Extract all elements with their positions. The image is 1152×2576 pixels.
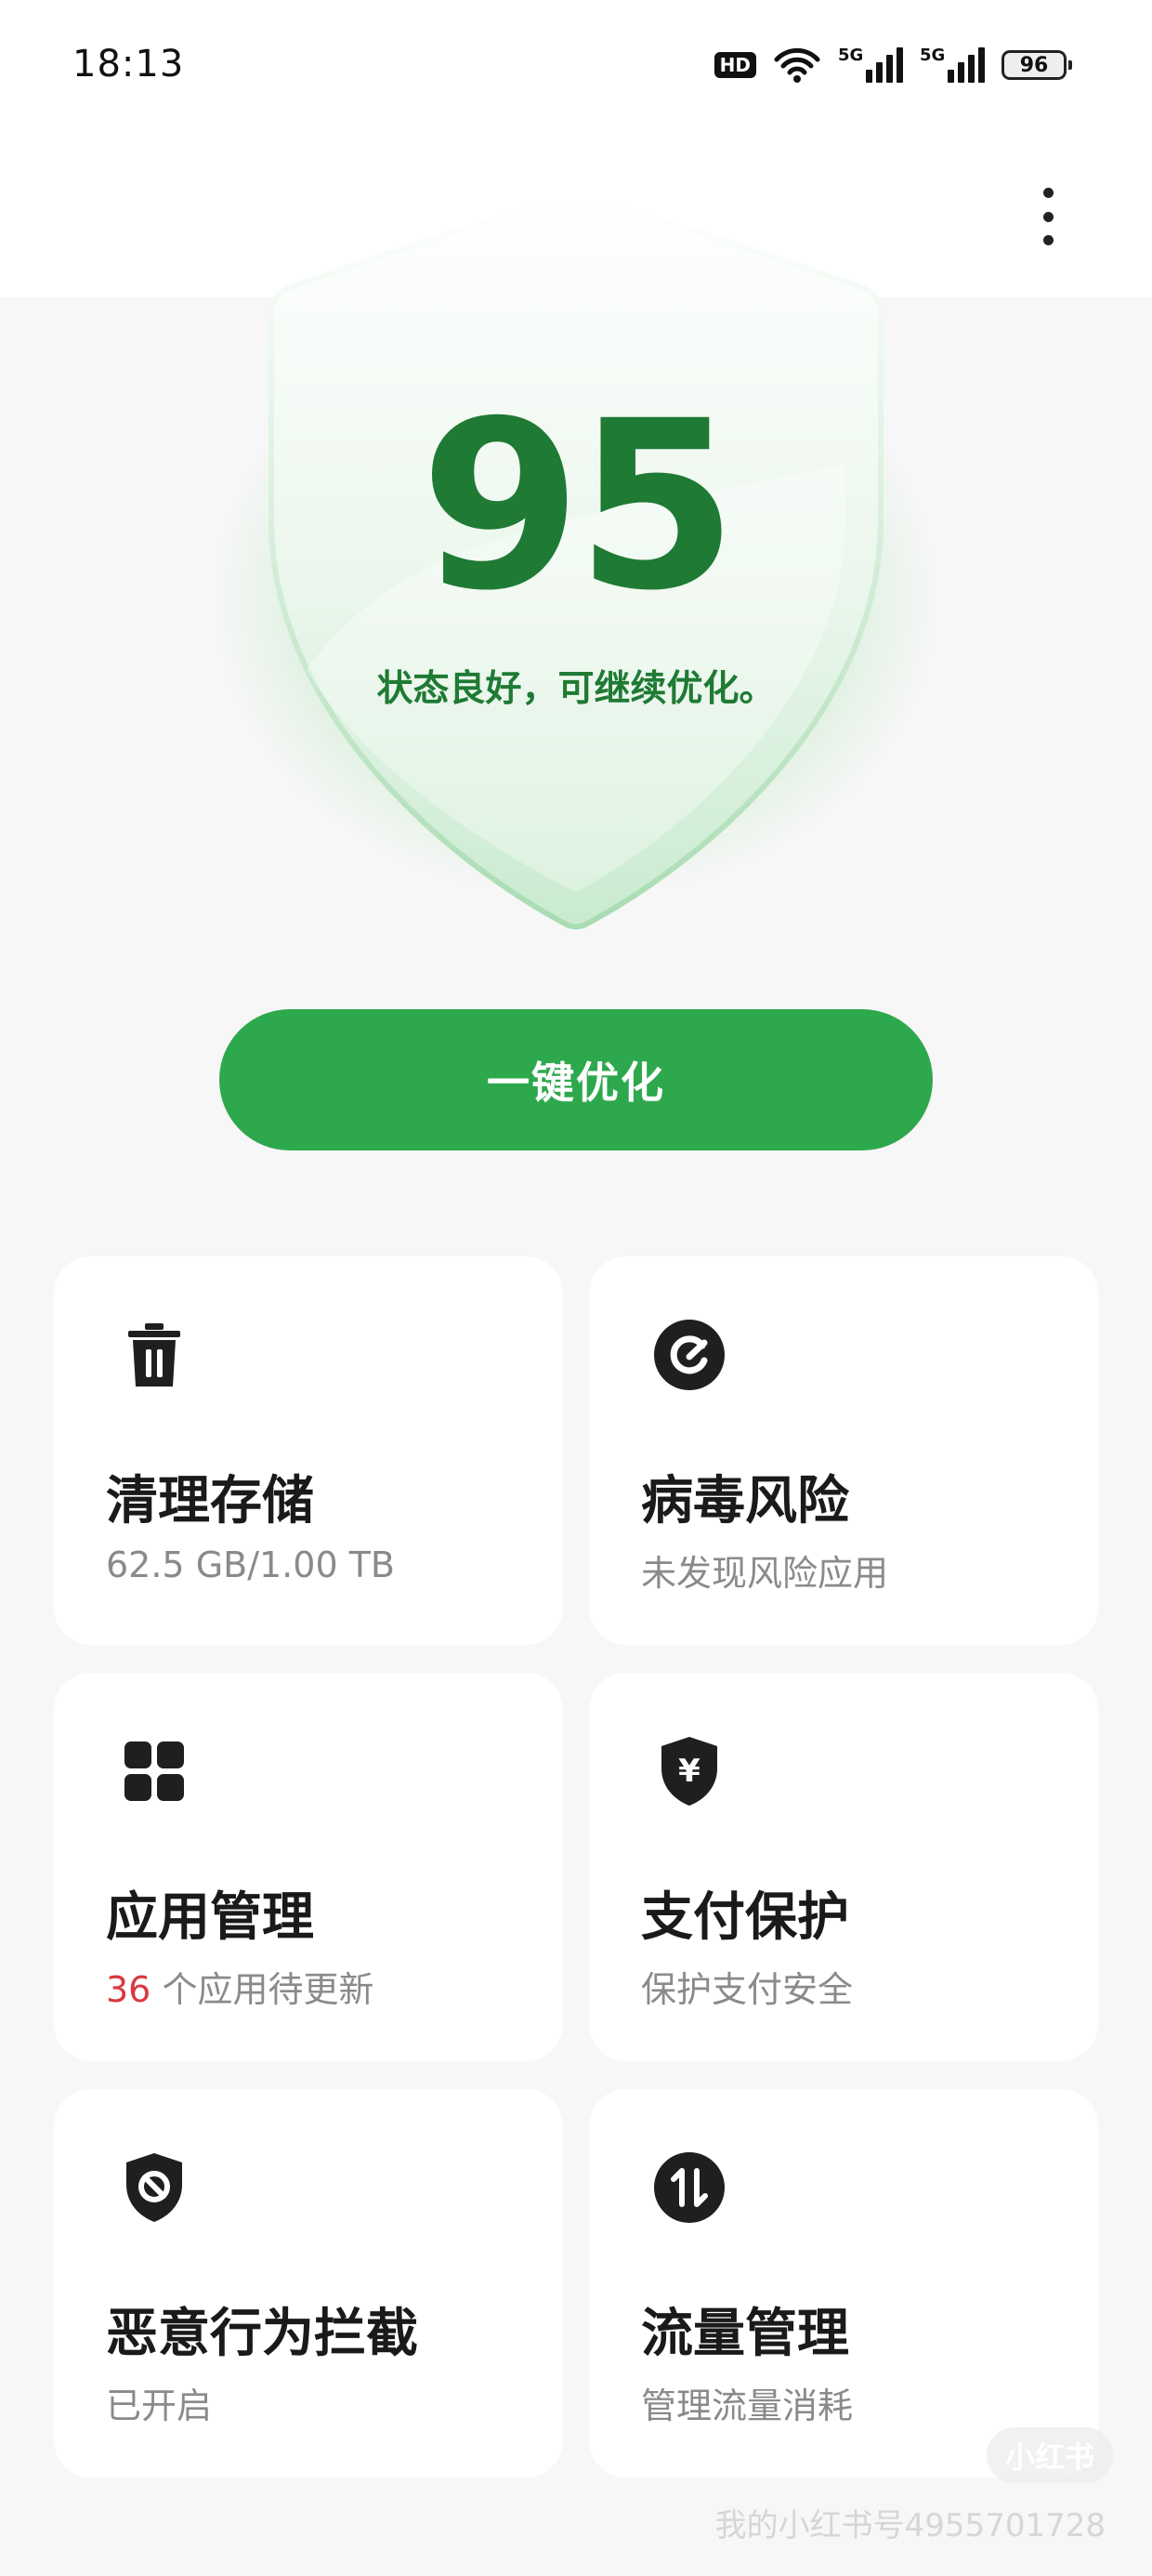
- card-title: 支付保护: [641, 1887, 849, 1948]
- wifi-icon: [774, 47, 820, 83]
- card-title: 清理存储: [106, 1471, 314, 1531]
- trash-icon: [117, 1318, 191, 1392]
- card-malicious-blocking[interactable]: 恶意行为拦截 已开启: [54, 2089, 563, 2477]
- hd-voice-icon: HD: [713, 52, 756, 78]
- one-click-optimize-button[interactable]: 一键优化: [219, 1009, 933, 1150]
- virus-scan-icon: [652, 1318, 727, 1392]
- update-count: 36: [106, 1969, 151, 2010]
- block-shield-icon: [117, 2150, 191, 2225]
- svg-text:¥: ¥: [678, 1753, 700, 1790]
- card-clean-storage[interactable]: 清理存储 62.5 GB/1.00 TB: [54, 1256, 563, 1645]
- watermark-text: 我的小红书号4955701728: [714, 2507, 1106, 2544]
- card-subtitle: 未发现风险应用: [641, 1553, 889, 1594]
- app-update-status: 36 个应用待更新: [106, 1969, 374, 2010]
- card-title: 流量管理: [641, 2304, 849, 2364]
- cellular-signal-icon-2: 5G: [920, 46, 985, 83]
- storage-usage: 62.5 GB/1.00 TB: [106, 1544, 395, 1585]
- battery-level: 96: [1019, 53, 1049, 77]
- card-title: 应用管理: [106, 1887, 314, 1948]
- data-traffic-icon: [652, 2150, 727, 2225]
- card-title: 恶意行为拦截: [106, 2304, 418, 2364]
- cellular-signal-icon-1: 5G: [838, 46, 903, 83]
- card-subtitle: 管理流量消耗: [641, 2385, 854, 2426]
- watermark-logo: 小红书: [987, 2427, 1113, 2483]
- card-title: 病毒风险: [641, 1471, 849, 1531]
- card-payment-protection[interactable]: ¥ 支付保护 保护支付安全: [589, 1673, 1098, 2061]
- status-icons: HD 5G 5G 96: [713, 46, 1072, 84]
- status-time: 18:13: [72, 43, 185, 85]
- apps-grid-icon: [117, 1734, 191, 1808]
- status-bar: 18:13 HD 5G 5G 96: [0, 0, 1152, 139]
- card-data-management[interactable]: 流量管理 管理流量消耗: [589, 2089, 1098, 2477]
- payment-shield-icon: ¥: [652, 1734, 727, 1808]
- battery-icon: 96: [1001, 50, 1072, 80]
- security-score: 95: [420, 371, 738, 641]
- card-subtitle: 保护支付安全: [641, 1969, 854, 2010]
- card-virus-risk[interactable]: 病毒风险 未发现风险应用: [589, 1256, 1098, 1645]
- card-app-management[interactable]: 应用管理 36 个应用待更新: [54, 1673, 563, 2061]
- security-status-message: 状态良好，可继续优化。: [376, 668, 776, 710]
- card-subtitle: 已开启: [106, 2385, 213, 2426]
